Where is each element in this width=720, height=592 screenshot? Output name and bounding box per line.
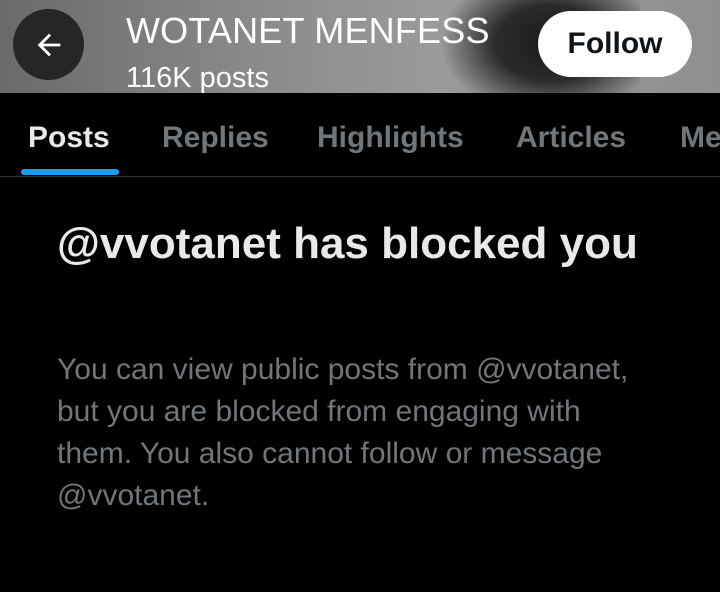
blocked-message: You can view public posts from @vvotanet… xyxy=(57,353,629,512)
active-tab-indicator xyxy=(21,169,119,175)
profile-tabs: Posts Replies Highlights Articles Me xyxy=(0,93,720,177)
profile-name: WOTANET MENFESS xyxy=(126,10,490,51)
post-count: 116K posts xyxy=(126,62,269,93)
tab-media[interactable]: Me xyxy=(680,121,720,155)
tab-articles[interactable]: Articles xyxy=(516,121,626,155)
back-button[interactable] xyxy=(13,9,84,80)
profile-header: WOTANET MENFESS 116K posts Follow xyxy=(0,0,720,93)
follow-button[interactable]: Follow xyxy=(538,11,692,77)
arrow-left-icon xyxy=(37,33,60,56)
blocked-title: @vvotanet has blocked you xyxy=(57,219,638,268)
tab-posts[interactable]: Posts xyxy=(28,121,110,155)
tab-highlights[interactable]: Highlights xyxy=(317,121,464,155)
tab-replies[interactable]: Replies xyxy=(162,121,269,155)
